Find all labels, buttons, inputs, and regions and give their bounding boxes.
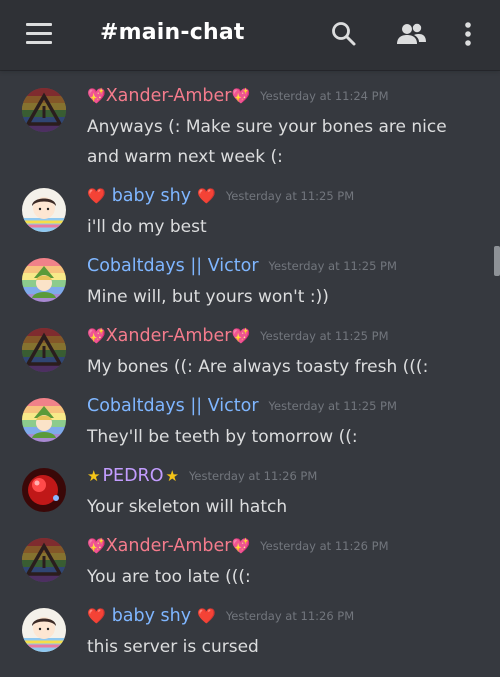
avatar[interactable]	[22, 538, 66, 582]
message-header: Cobaltdays || Victor Yesterday at 11:25 …	[87, 254, 397, 278]
username[interactable]: Cobaltdays || Victor	[87, 254, 259, 278]
heart-icon: ❤️	[197, 607, 216, 625]
message-header: 💖 Xander-Amber 💖 Yesterday at 11:26 PM	[87, 534, 389, 558]
hamburger-menu-icon[interactable]	[26, 23, 52, 45]
heart-icon: 💖	[231, 87, 251, 105]
avatar[interactable]	[22, 608, 66, 652]
avatar[interactable]	[22, 398, 66, 442]
heart-icon: 💖	[87, 87, 106, 105]
heart-icon: 💖	[87, 327, 106, 345]
message-text: You are too late (((:	[87, 567, 251, 587]
timestamp: Yesterday at 11:26 PM	[188, 469, 318, 483]
message-header: 💖 Xander-Amber 💖 Yesterday at 11:25 PM	[87, 324, 389, 348]
message-header: ★ PEDRO ★ Yesterday at 11:26 PM	[87, 464, 317, 488]
scrollbar-thumb[interactable]	[494, 246, 500, 276]
message-header: Cobaltdays || Victor Yesterday at 11:25 …	[87, 394, 397, 418]
more-vertical-icon[interactable]	[456, 20, 480, 48]
timestamp: Yesterday at 11:25 PM	[260, 329, 389, 343]
username[interactable]: baby shy	[112, 184, 191, 208]
message-text: They'll be teeth by tomorrow ((:	[87, 427, 358, 447]
avatar[interactable]	[22, 258, 66, 302]
timestamp: Yesterday at 11:25 PM	[268, 259, 397, 273]
channel-title: #main-chat	[100, 20, 245, 45]
timestamp: Yesterday at 11:25 PM	[225, 189, 355, 203]
heart-icon: 💖	[231, 327, 251, 345]
username[interactable]: Xander-Amber	[106, 534, 232, 558]
heart-icon: ❤️	[87, 187, 106, 205]
heart-icon: ❤️	[87, 607, 106, 625]
channel-header: #main-chat	[0, 0, 500, 70]
message-text: i'll do my best	[87, 217, 207, 237]
timestamp: Yesterday at 11:26 PM	[225, 609, 355, 623]
avatar[interactable]	[22, 468, 66, 512]
avatar[interactable]	[22, 188, 66, 232]
message-header: ❤️ baby shy ❤️ Yesterday at 11:25 PM	[87, 184, 354, 208]
avatar[interactable]	[22, 328, 66, 372]
timestamp: Yesterday at 11:26 PM	[260, 539, 389, 553]
message-header: ❤️ baby shy ❤️ Yesterday at 11:26 PM	[87, 604, 354, 628]
message-header: 💖 Xander-Amber 💖 Yesterday at 11:24 PM	[87, 84, 389, 108]
avatar[interactable]	[22, 88, 66, 132]
message-text: Mine will, but yours won't :))	[87, 287, 329, 307]
message-text: this server is cursed	[87, 637, 259, 657]
timestamp: Yesterday at 11:24 PM	[260, 89, 389, 103]
members-icon[interactable]	[394, 20, 428, 48]
username[interactable]: Xander-Amber	[106, 84, 232, 108]
message-text: Anyways (: Make sure your bones are nice…	[87, 117, 447, 167]
username[interactable]: baby shy	[112, 604, 191, 628]
username[interactable]: PEDRO	[102, 464, 163, 488]
message-text: Your skeleton will hatch	[87, 497, 288, 517]
username[interactable]: Xander-Amber	[106, 324, 232, 348]
heart-icon: ❤️	[197, 187, 216, 205]
heart-icon: 💖	[87, 537, 106, 555]
username[interactable]: Cobaltdays || Victor	[87, 394, 259, 418]
timestamp: Yesterday at 11:25 PM	[268, 399, 397, 413]
message-text: My bones ((: Are always toasty fresh (((…	[87, 357, 429, 377]
heart-icon: 💖	[231, 537, 251, 555]
star-icon: ★	[87, 467, 101, 485]
star-icon: ★	[165, 467, 179, 485]
search-icon[interactable]	[330, 20, 358, 48]
